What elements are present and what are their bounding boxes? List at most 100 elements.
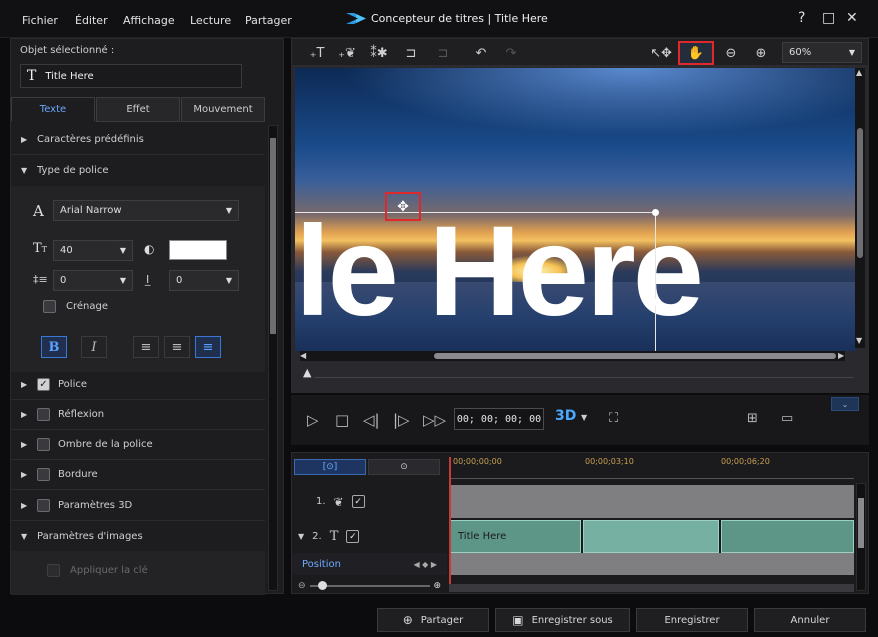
zoom-dropdown[interactable]: 60% ▼ <box>782 42 862 63</box>
char-spacing-dropdown[interactable]: 0 ▼ <box>169 270 239 291</box>
position-keyframe-track[interactable] <box>449 553 854 575</box>
line-spacing-dropdown[interactable]: 0 ▼ <box>53 270 133 291</box>
bold-button[interactable]: B <box>41 336 67 358</box>
play-icon[interactable]: ▷ <box>307 411 319 429</box>
section-font[interactable]: ▶ ✓ Police <box>11 370 265 400</box>
zoom-out-icon[interactable]: ⊖ <box>720 43 742 63</box>
insert-title-icon[interactable]: ₊T <box>306 43 328 63</box>
save-button[interactable]: Enregistrer <box>636 608 748 632</box>
timeline-zoom-slider[interactable]: ⊖ ⊕ <box>298 581 448 591</box>
scroll-down-icon[interactable]: ▼ <box>856 336 862 345</box>
scroll-right-icon[interactable]: ▶ <box>838 351 844 360</box>
timeline-vscroll-thumb[interactable] <box>858 498 864 548</box>
hand-icon[interactable]: ✋ <box>678 41 714 65</box>
align-center-button[interactable]: ≡ <box>164 336 190 358</box>
section-3d[interactable]: ▶ Paramètres 3D <box>11 491 265 521</box>
menu-affichage[interactable]: Affichage <box>123 14 175 27</box>
cancel-button[interactable]: Annuler <box>754 608 866 632</box>
stop-icon[interactable]: □ <box>335 411 349 429</box>
font-size-dropdown[interactable]: 40 ▼ <box>53 240 133 261</box>
zoom-in-icon[interactable]: ⊕ <box>750 43 772 63</box>
resize-handle[interactable] <box>652 299 659 306</box>
selection-box[interactable] <box>295 212 656 351</box>
insert-image-icon[interactable]: ⊐ <box>400 43 422 63</box>
left-scrollbar[interactable] <box>268 125 278 591</box>
collapse-timeline-button[interactable]: ⌄ <box>831 397 859 411</box>
next-frame-icon[interactable]: |▷ <box>393 411 410 429</box>
undo-icon[interactable]: ↶ <box>470 43 492 63</box>
tab-texte[interactable]: Texte <box>11 97 95 122</box>
left-scrollbar-thumb[interactable] <box>270 138 276 334</box>
fast-forward-icon[interactable]: ▷▷ <box>423 411 446 429</box>
help-icon[interactable]: ? <box>798 10 805 26</box>
preview-hscroll-thumb[interactable] <box>434 353 836 359</box>
menu-editer[interactable]: Éditer <box>75 14 108 27</box>
zoom-in-icon[interactable]: ⊕ <box>434 581 442 591</box>
kerning-option[interactable]: Crénage <box>43 300 108 313</box>
section-border[interactable]: ▶ Bordure <box>11 460 265 490</box>
preview-vscrollbar[interactable]: ▲ ▼ <box>855 68 865 348</box>
font-checkbox[interactable]: ✓ <box>37 378 50 391</box>
move-cursor-icon[interactable]: ✥ <box>385 192 421 221</box>
track-1-body[interactable] <box>449 485 854 518</box>
share-button[interactable]: ⊕ Partager <box>377 608 489 632</box>
section-font-type[interactable]: ▼ Type de police <box>11 155 265 185</box>
mode-3d-button[interactable]: 3D <box>555 408 576 424</box>
apply-key-option[interactable]: Appliquer la clé <box>47 564 148 577</box>
insert-particle-icon[interactable]: ₊❦ <box>336 43 358 63</box>
scroll-left-icon[interactable]: ◀ <box>300 351 306 360</box>
select-tool-icon[interactable]: ↖✥ <box>650 43 672 63</box>
zoom-slider-track[interactable] <box>309 581 430 590</box>
tab-mouvement[interactable]: Mouvement <box>181 97 265 122</box>
track-2-checkbox[interactable]: ✓ <box>346 530 360 543</box>
params3d-checkbox[interactable] <box>37 499 50 512</box>
previous-frame-icon[interactable]: ◁| <box>363 411 380 429</box>
preview-hscrollbar[interactable]: ◀ ▶ <box>300 351 845 361</box>
timeline-ruler[interactable]: 00;00;00;00 00;00;03;10 00;00;06;20 <box>449 457 854 479</box>
track-1-checkbox[interactable]: ✓ <box>351 495 365 508</box>
clip-title-here[interactable]: Title Here <box>449 520 581 553</box>
preview-canvas[interactable]: le Here ✥ <box>295 68 856 351</box>
save-as-button[interactable]: ▣ Enregistrer sous <box>495 608 630 632</box>
grid-icon[interactable]: ⊞ <box>747 411 758 426</box>
keyframe-nav-icon[interactable]: ◀ ◆ ▶ <box>413 560 437 569</box>
zoom-slider-knob[interactable] <box>317 581 327 590</box>
track-view-button[interactable]: [⊙] <box>294 459 366 475</box>
maximize-icon[interactable]: □ <box>822 10 835 26</box>
section-presets[interactable]: ▶ Caractères prédéfinis <box>11 125 265 155</box>
shadow-checkbox[interactable] <box>37 438 50 451</box>
align-left-button[interactable]: ≡ <box>133 336 159 358</box>
particle-effect-icon[interactable]: ⁑✱ <box>368 43 390 63</box>
timeline-hscrollbar[interactable] <box>449 584 854 592</box>
italic-button[interactable]: I <box>81 336 107 358</box>
timeline-playhead[interactable] <box>449 457 451 592</box>
reflection-checkbox[interactable] <box>37 408 50 421</box>
clip-segment[interactable] <box>721 520 854 553</box>
timecode-display[interactable]: 00; 00; 00; 00 <box>454 408 544 430</box>
section-image-params[interactable]: ▼ Paramètres d'images <box>11 521 265 551</box>
menu-fichier[interactable]: Fichier <box>22 14 58 27</box>
border-checkbox[interactable] <box>37 468 50 481</box>
keyframe-view-button[interactable]: ⊙ <box>368 459 440 475</box>
align-right-button[interactable]: ≡ <box>195 336 221 358</box>
font-name-dropdown[interactable]: Arial Narrow ▼ <box>53 200 239 221</box>
preview-vscroll-thumb[interactable] <box>857 128 863 258</box>
safe-zone-icon[interactable]: ▭ <box>781 411 793 426</box>
redo-icon[interactable]: ↷ <box>500 43 522 63</box>
resize-handle[interactable] <box>652 209 659 216</box>
clip-segment[interactable] <box>583 520 719 553</box>
apply-key-checkbox[interactable] <box>47 564 60 577</box>
insert-background-icon[interactable]: ⊐ <box>432 43 454 63</box>
zoom-out-icon[interactable]: ⊖ <box>298 581 306 591</box>
font-color-swatch[interactable] <box>169 240 227 260</box>
selected-object-field[interactable]: T Title Here <box>20 64 242 88</box>
tab-effet[interactable]: Effet <box>96 97 180 122</box>
fullscreen-icon[interactable]: ⛶ <box>609 411 618 426</box>
kerning-checkbox[interactable] <box>43 300 56 313</box>
menu-lecture[interactable]: Lecture <box>190 14 231 27</box>
section-shadow[interactable]: ▶ Ombre de la police <box>11 430 265 460</box>
timeline-vscrollbar[interactable] <box>856 483 866 591</box>
close-icon[interactable]: ✕ <box>846 10 858 26</box>
menu-partager[interactable]: Partager <box>245 14 292 27</box>
section-reflection[interactable]: ▶ Réflexion <box>11 400 265 430</box>
